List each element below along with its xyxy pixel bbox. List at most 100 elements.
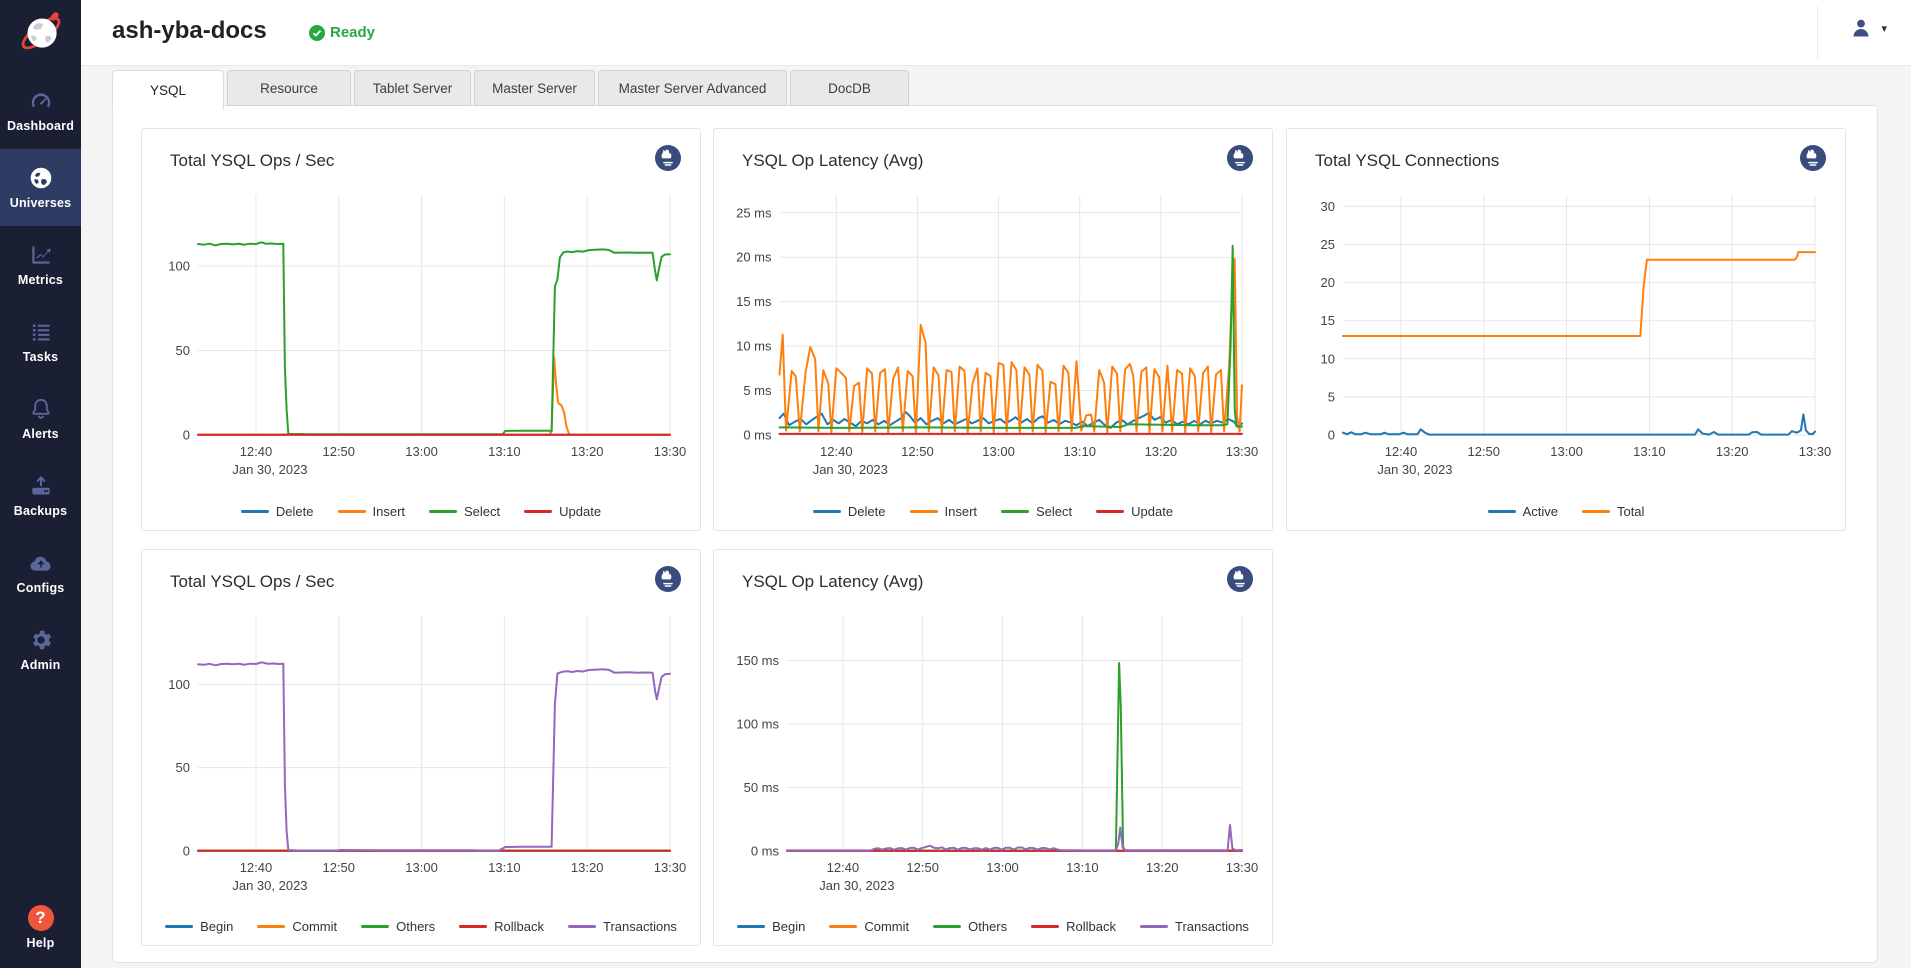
- legend-item-active[interactable]: Active: [1488, 504, 1558, 519]
- legend-swatch: [524, 510, 552, 513]
- sidebar-item-label: Alerts: [22, 427, 59, 441]
- x-tick-label: 13:00: [986, 860, 1019, 875]
- legend-swatch: [813, 510, 841, 513]
- legend-swatch: [1001, 510, 1029, 513]
- sidebar-item-help[interactable]: ? Help: [0, 896, 81, 958]
- prometheus-icon[interactable]: [654, 565, 682, 593]
- chart-title: YSQL Op Latency (Avg): [742, 572, 923, 592]
- x-tick-label: 13:10: [1063, 444, 1096, 459]
- chart-panel-ysql-op-latency: YSQL Op Latency (Avg) 12:40Jan 30, 20231…: [713, 128, 1273, 531]
- legend-item-delete[interactable]: Delete: [241, 504, 314, 519]
- legend-item-transactions[interactable]: Transactions: [568, 919, 677, 934]
- x-tick-label: 13:10: [488, 860, 521, 875]
- x-tick-label: 12:40: [820, 444, 853, 459]
- legend-item-others[interactable]: Others: [361, 919, 435, 934]
- main-content: YSQL Resource Tablet Server Master Serve…: [81, 66, 1911, 968]
- line-chart: 12:40Jan 30, 202312:5013:0013:1013:2013:…: [158, 187, 686, 487]
- sidebar-item-configs[interactable]: Configs: [0, 534, 81, 611]
- check-circle-icon: [309, 25, 325, 41]
- upload-tray-icon: [28, 473, 54, 499]
- x-tick-label: 13:10: [488, 444, 521, 459]
- y-tick-label: 100: [168, 677, 190, 692]
- legend-label: Update: [559, 504, 601, 519]
- question-circle-icon: ?: [28, 905, 54, 931]
- tab-docdb[interactable]: DocDB: [790, 70, 909, 106]
- legend-item-insert[interactable]: Insert: [910, 504, 978, 519]
- tab-resource[interactable]: Resource: [227, 70, 351, 106]
- legend-item-delete[interactable]: Delete: [813, 504, 886, 519]
- legend-label: Delete: [848, 504, 886, 519]
- chart-legend: Begin Commit Others Rollback Transactions: [142, 919, 700, 934]
- sidebar-item-label: Tasks: [23, 350, 59, 364]
- legend-item-rollback[interactable]: Rollback: [459, 919, 544, 934]
- x-date-label: Jan 30, 2023: [1377, 462, 1452, 477]
- legend-item-select[interactable]: Select: [1001, 504, 1072, 519]
- sidebar-item-backups[interactable]: Backups: [0, 457, 81, 534]
- tab-ysql[interactable]: YSQL: [112, 70, 224, 110]
- chart-panel-total-ysql-connections: Total YSQL Connections 12:40Jan 30, 2023…: [1286, 128, 1846, 531]
- y-tick-label: 50: [176, 760, 190, 775]
- legend-item-total[interactable]: Total: [1582, 504, 1644, 519]
- x-tick-label: 12:50: [322, 444, 355, 459]
- legend-item-update[interactable]: Update: [1096, 504, 1173, 519]
- y-tick-label: 150 ms: [736, 653, 779, 668]
- legend-item-others[interactable]: Others: [933, 919, 1007, 934]
- series-line-others: [787, 663, 1242, 851]
- legend-label: Insert: [945, 504, 978, 519]
- chart-title: Total YSQL Ops / Sec: [170, 151, 334, 171]
- legend-label: Commit: [864, 919, 909, 934]
- legend-label: Others: [396, 919, 435, 934]
- cloud-upload-icon: [28, 550, 54, 576]
- legend-item-update[interactable]: Update: [524, 504, 601, 519]
- legend-item-begin[interactable]: Begin: [165, 919, 233, 934]
- tab-master-server[interactable]: Master Server: [474, 70, 595, 106]
- sidebar-item-dashboard[interactable]: Dashboard: [0, 72, 81, 149]
- legend-label: Select: [464, 504, 500, 519]
- x-tick-label: 13:00: [405, 444, 438, 459]
- legend-item-commit[interactable]: Commit: [829, 919, 909, 934]
- prometheus-icon[interactable]: [1226, 565, 1254, 593]
- prometheus-icon[interactable]: [1799, 144, 1827, 172]
- legend-item-transactions[interactable]: Transactions: [1140, 919, 1249, 934]
- sidebar-item-alerts[interactable]: Alerts: [0, 380, 81, 457]
- legend-item-rollback[interactable]: Rollback: [1031, 919, 1116, 934]
- sidebar-item-universes[interactable]: Universes: [0, 149, 81, 226]
- legend-item-insert[interactable]: Insert: [338, 504, 406, 519]
- tab-tablet-server[interactable]: Tablet Server: [354, 70, 471, 106]
- y-tick-label: 20 ms: [736, 250, 772, 265]
- legend-item-commit[interactable]: Commit: [257, 919, 337, 934]
- legend-label: Select: [1036, 504, 1072, 519]
- sidebar-item-metrics[interactable]: Metrics: [0, 226, 81, 303]
- sidebar-item-label: Metrics: [18, 273, 63, 287]
- user-menu-button[interactable]: ▾: [1849, 16, 1887, 40]
- legend-swatch: [1488, 510, 1516, 513]
- sidebar-item-tasks[interactable]: Tasks: [0, 303, 81, 380]
- y-tick-label: 0: [183, 844, 190, 859]
- yugabyte-logo[interactable]: [0, 2, 81, 62]
- legend-swatch: [737, 925, 765, 928]
- legend-label: Commit: [292, 919, 337, 934]
- legend-swatch: [257, 925, 285, 928]
- status-badge: Ready: [309, 24, 375, 41]
- sidebar-item-admin[interactable]: Admin: [0, 611, 81, 688]
- legend-label: Transactions: [603, 919, 677, 934]
- x-tick-label: 12:40: [240, 444, 273, 459]
- tab-master-server-advanced[interactable]: Master Server Advanced: [598, 70, 787, 106]
- metrics-card: Total YSQL Ops / Sec 12:40 Jan 30, 2023 12…: [112, 105, 1878, 963]
- prometheus-icon[interactable]: [1226, 144, 1254, 172]
- prometheus-icon[interactable]: [654, 144, 682, 172]
- legend-label: Begin: [200, 919, 233, 934]
- y-tick-label: 10: [1321, 351, 1335, 366]
- legend-label: Update: [1131, 504, 1173, 519]
- legend-item-select[interactable]: Select: [429, 504, 500, 519]
- series-line-transactions: [787, 825, 1242, 850]
- x-tick-label: 13:30: [1799, 444, 1831, 459]
- x-tick-label: 13:30: [1226, 860, 1258, 875]
- legend-swatch: [165, 925, 193, 928]
- chart-title: Total YSQL Connections: [1315, 151, 1499, 171]
- y-tick-label: 5 ms: [743, 383, 772, 398]
- legend-swatch: [338, 510, 366, 513]
- legend-item-begin[interactable]: Begin: [737, 919, 805, 934]
- x-tick-label: 12:50: [901, 444, 934, 459]
- y-tick-label: 100 ms: [736, 716, 779, 731]
